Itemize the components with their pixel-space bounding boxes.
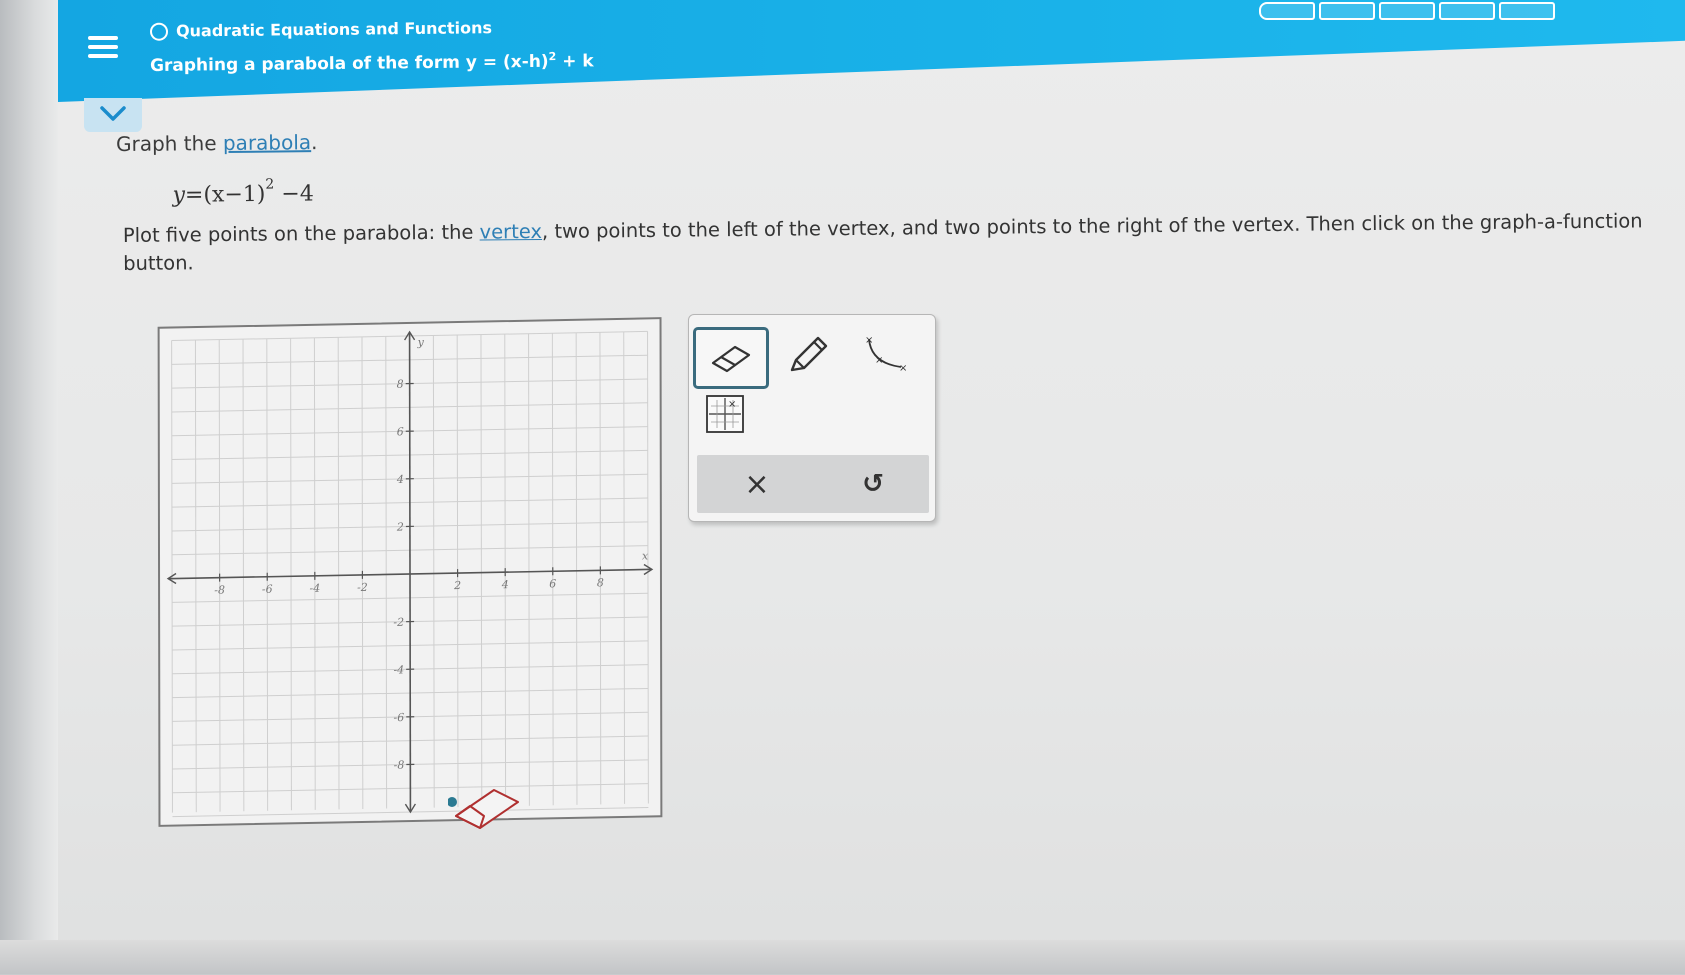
svg-text:×: × [865, 335, 873, 346]
svg-text:×: × [728, 399, 736, 410]
coordinate-grid[interactable]: x y -8 -6 -4 -2 2 4 6 8 8 6 4 2 -2 -4 -6 -8 [158, 317, 663, 827]
equation: y=(x−1)2 −4 [172, 180, 313, 208]
graph-a-function-icon: × [705, 394, 745, 434]
eraser-icon [709, 343, 753, 373]
x-tick-label: 8 [597, 576, 604, 589]
eraser-cursor-icon [448, 776, 528, 836]
pencil-icon [786, 334, 830, 376]
grid-line [386, 336, 387, 808]
tool-palette: × × × × × ↺ [688, 314, 936, 522]
undo-button[interactable]: ↺ [843, 461, 903, 507]
x-tick-label: 6 [549, 577, 556, 590]
y-axis-label: y [417, 336, 425, 349]
prompt: Graph the parabola. [116, 130, 318, 156]
x-tick-label: -2 [357, 581, 368, 594]
axes [168, 327, 653, 816]
graph-a-function-button[interactable]: × [701, 391, 749, 437]
grid-line [624, 332, 625, 804]
x-tick-label: 4 [501, 578, 509, 591]
grid-line [481, 335, 482, 807]
close-icon: × [744, 467, 769, 502]
y-tick-label: -4 [393, 663, 404, 676]
grid-line [243, 339, 244, 811]
y-axis [410, 332, 411, 812]
prompt-text: Graph the [116, 131, 223, 156]
y-tick-label: 8 [397, 378, 404, 391]
y-tick-label: 2 [396, 521, 404, 534]
grid-line [338, 337, 339, 809]
x-tick-label: -8 [214, 584, 225, 597]
equation-exponent: 2 [265, 177, 274, 193]
y-tick-label: 6 [397, 425, 404, 438]
y-tick-label: -2 [393, 616, 404, 629]
grid-svg[interactable]: x y -8 -6 -4 -2 2 4 6 8 8 6 4 2 -2 -4 -6 -8 [160, 319, 661, 825]
action-bar: × ↺ [697, 455, 929, 513]
tick-labels: x y -8 -6 -4 -2 2 4 6 8 8 6 4 2 -2 -4 -6 -8 [214, 331, 649, 775]
vertex-link[interactable]: vertex [479, 220, 542, 244]
svg-text:×: × [899, 363, 907, 374]
undo-icon: ↺ [862, 469, 884, 499]
pencil-tool-button[interactable] [773, 327, 843, 383]
clear-button[interactable]: × [727, 461, 787, 507]
y-tick-label: -8 [394, 759, 405, 772]
svg-text:×: × [875, 355, 883, 366]
equation-constant: −4 [274, 181, 314, 206]
instructions-text-1: Plot five points on the parabola: the [123, 221, 480, 247]
monitor-bottom-edge [0, 940, 1685, 974]
grid-line [576, 333, 577, 805]
x-axis-label: x [642, 549, 649, 562]
plotted-point [448, 797, 457, 807]
prompt-period: . [311, 130, 318, 154]
instructions: Plot five points on the parabola: the ve… [123, 207, 1663, 278]
parabola-link[interactable]: parabola [223, 130, 311, 155]
y-tick-label: 4 [396, 473, 404, 486]
parabola-tool-icon: × × × [861, 333, 911, 377]
equation-lhs: y= [172, 183, 203, 208]
grid-line [291, 338, 292, 810]
eraser-tool-button[interactable] [693, 327, 769, 389]
grid-line [433, 336, 434, 808]
grid-line [529, 334, 530, 806]
y-tick-label: -6 [394, 711, 405, 724]
parabola-tool-button[interactable]: × × × [851, 327, 921, 383]
grid-line [195, 340, 196, 812]
x-tick-label: -6 [262, 583, 273, 596]
x-tick-label: -4 [309, 582, 320, 595]
x-tick-label: 2 [453, 579, 461, 592]
equation-base: (x−1) [203, 182, 265, 208]
